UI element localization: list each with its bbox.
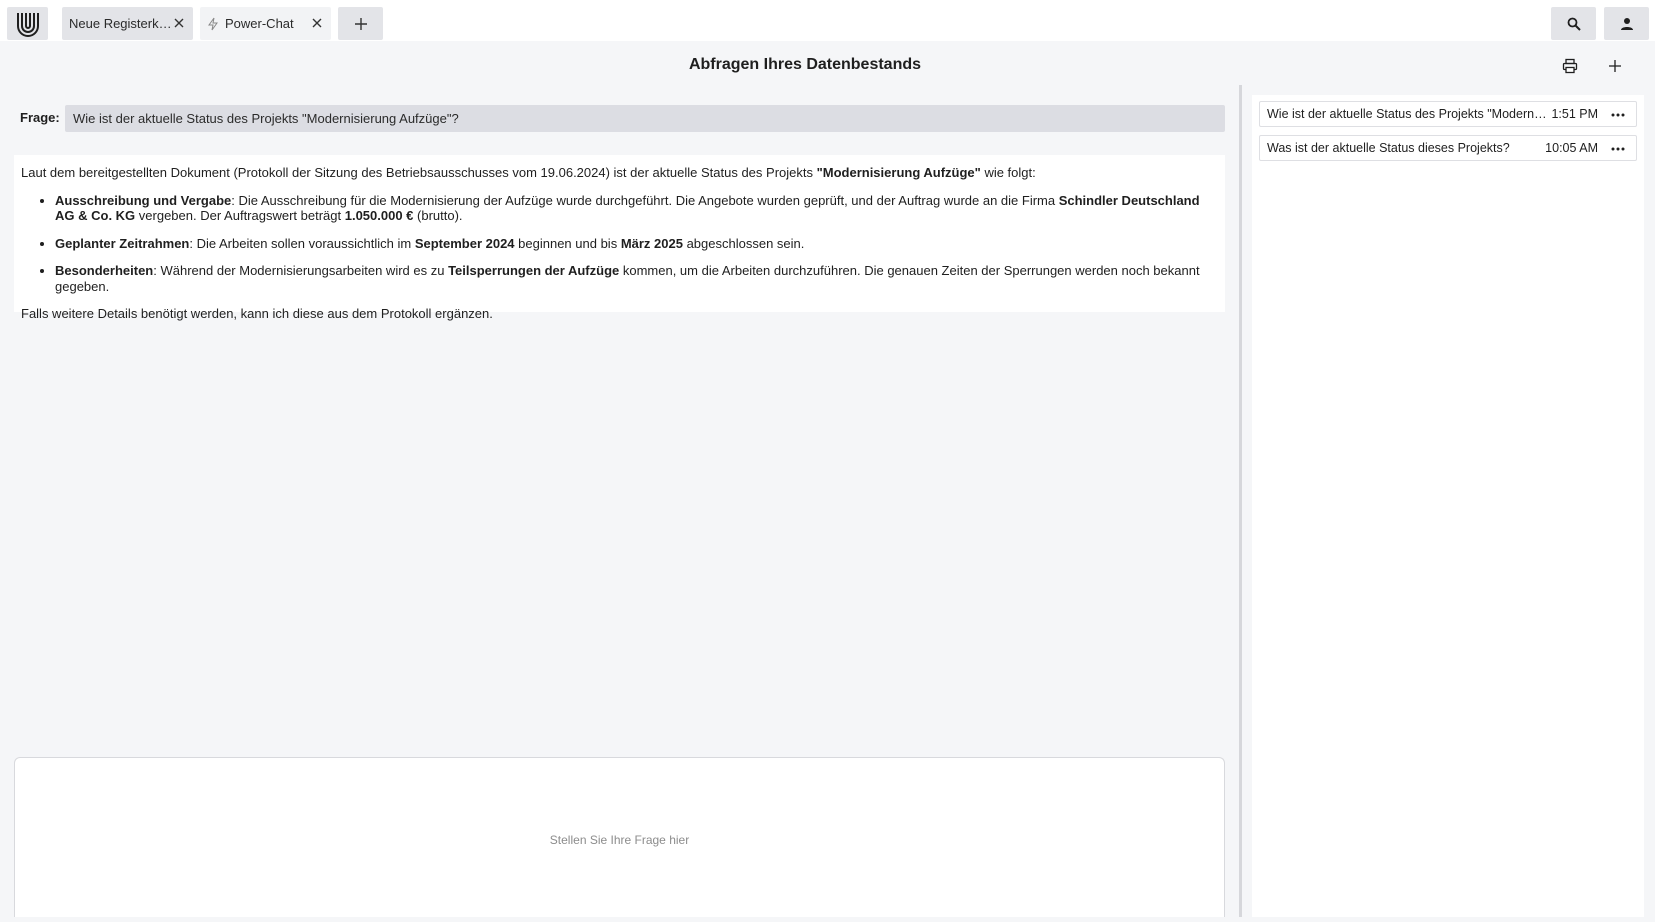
answer-outro: Falls weitere Details benötigt werden, k…: [21, 306, 493, 321]
tab-label: Power-Chat: [225, 16, 294, 31]
history-item[interactable]: Wie ist der aktuelle Status des Projekts…: [1259, 101, 1637, 127]
history-item-text: Wie ist der aktuelle Status des Projekts…: [1267, 107, 1549, 121]
tab-label: Neue Registerkarte: [69, 16, 173, 31]
user-icon: [1620, 17, 1633, 30]
answer-intro: Laut dem bereitgestellten Dokument (Prot…: [21, 165, 1036, 180]
page-title: Abfragen Ihres Datenbestands: [688, 56, 922, 73]
panel-splitter[interactable]: [1239, 85, 1242, 917]
history-panel: Wie ist der aktuelle Status des Projekts…: [1252, 95, 1644, 917]
question-label: Frage:: [20, 110, 60, 125]
search-button[interactable]: [1551, 7, 1596, 40]
app-logo[interactable]: [7, 7, 48, 40]
answer-list: Ausschreibung und Vergabe: Die Ausschrei…: [55, 193, 1218, 295]
close-icon[interactable]: [171, 15, 187, 31]
history-item-time: 1:51 PM: [1551, 107, 1598, 121]
logo-icon: [16, 12, 39, 37]
list-item: Geplanter Zeitrahmen: Die Arbeiten solle…: [55, 236, 1218, 252]
list-item: Ausschreibung und Vergabe: Die Ausschrei…: [55, 193, 1218, 224]
answer-panel: Laut dem bereitgestellten Dokument (Prot…: [14, 155, 1225, 321]
top-bar: Neue Registerkarte Power-Chat: [0, 0, 1655, 41]
new-chat-button[interactable]: [1602, 53, 1628, 79]
tab-new-tab[interactable]: Neue Registerkarte: [62, 7, 193, 40]
more-icon[interactable]: [1610, 107, 1626, 123]
close-icon[interactable]: [309, 15, 325, 31]
print-button[interactable]: [1557, 53, 1583, 79]
history-item-text: Was ist der aktuelle Status dieses Proje…: [1267, 141, 1510, 155]
lightning-icon: [208, 17, 218, 30]
add-tab-button[interactable]: [338, 7, 383, 40]
plus-icon: [1609, 60, 1621, 72]
history-item[interactable]: Was ist der aktuelle Status dieses Proje…: [1259, 135, 1637, 161]
history-item-time: 10:05 AM: [1545, 141, 1598, 155]
question-field: Wie ist der aktuelle Status des Projekts…: [65, 105, 1225, 132]
user-button[interactable]: [1604, 7, 1649, 40]
more-icon[interactable]: [1610, 141, 1626, 157]
list-item: Besonderheiten: Während der Modernisieru…: [55, 263, 1218, 294]
tab-power-chat[interactable]: Power-Chat: [200, 7, 331, 40]
prompt-box: [14, 757, 1225, 917]
plus-icon: [354, 17, 367, 30]
question-input[interactable]: [15, 758, 1224, 917]
search-icon: [1567, 17, 1581, 31]
printer-icon: [1562, 58, 1578, 74]
